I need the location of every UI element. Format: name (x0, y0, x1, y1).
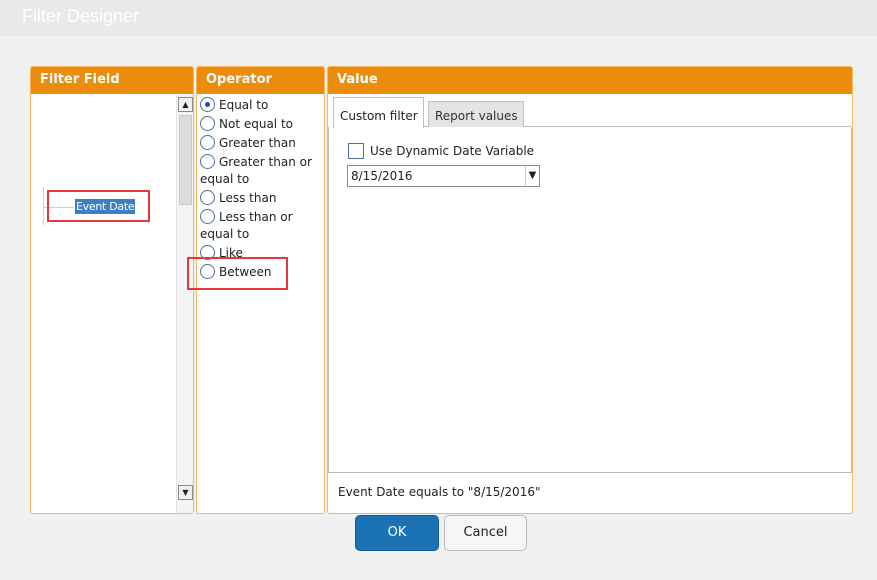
window-title: Filter Designer (22, 6, 140, 26)
radio-icon[interactable] (200, 154, 215, 169)
scroll-down-icon[interactable]: ▼ (178, 485, 193, 500)
radio-icon[interactable] (200, 97, 215, 112)
filter-field-panel: Filter Field Event Date ▲ ▼ (30, 66, 194, 514)
title-bar: Filter Designer (0, 0, 877, 36)
field-scrollbar[interactable]: ▲ ▼ (176, 95, 193, 513)
operator-less-than-or-equal[interactable]: Less than or equal to (200, 209, 324, 243)
dynamic-date-checkbox[interactable] (348, 143, 364, 159)
radio-icon[interactable] (200, 190, 215, 205)
operator-greater-than-or-equal[interactable]: Greater than or equal to (200, 154, 324, 188)
tree-connector-vertical (43, 187, 44, 225)
radio-icon[interactable] (200, 209, 215, 224)
scroll-up-icon[interactable]: ▲ (178, 97, 193, 112)
dynamic-date-label[interactable]: Use Dynamic Date Variable (370, 144, 534, 158)
operator-greater-than[interactable]: Greater than (200, 135, 324, 152)
value-tabs: Custom filter Report values (333, 97, 851, 128)
date-dropdown[interactable]: 8/15/2016 ▼ (347, 165, 540, 187)
value-header: Value (328, 67, 852, 94)
radio-icon[interactable] (200, 135, 215, 150)
scroll-thumb[interactable] (179, 115, 192, 205)
tab-custom-filter[interactable]: Custom filter (333, 97, 424, 128)
date-value[interactable]: 8/15/2016 (351, 169, 413, 183)
filter-field-header: Filter Field (31, 67, 193, 94)
highlight-box-between (187, 257, 288, 290)
operator-header: Operator (197, 67, 324, 94)
ok-button[interactable]: OK (355, 515, 439, 551)
cancel-button[interactable]: Cancel (444, 515, 527, 551)
operator-panel: Operator Equal to Not equal to Greater t… (187, 66, 325, 514)
tab-report-values[interactable]: Report values (428, 101, 524, 127)
value-panel: Value Custom filter Report values Use Dy… (327, 66, 853, 514)
operator-less-than[interactable]: Less than (200, 190, 324, 207)
dropdown-arrow-icon[interactable]: ▼ (525, 166, 539, 186)
highlight-box-event-date (47, 190, 150, 222)
operator-not-equal-to[interactable]: Not equal to (200, 116, 324, 133)
operator-equal-to[interactable]: Equal to (200, 97, 324, 114)
operator-list: Equal to Not equal to Greater than Great… (200, 97, 324, 281)
filter-summary: Event Date equals to "8/15/2016" (338, 485, 541, 499)
radio-icon[interactable] (200, 116, 215, 131)
